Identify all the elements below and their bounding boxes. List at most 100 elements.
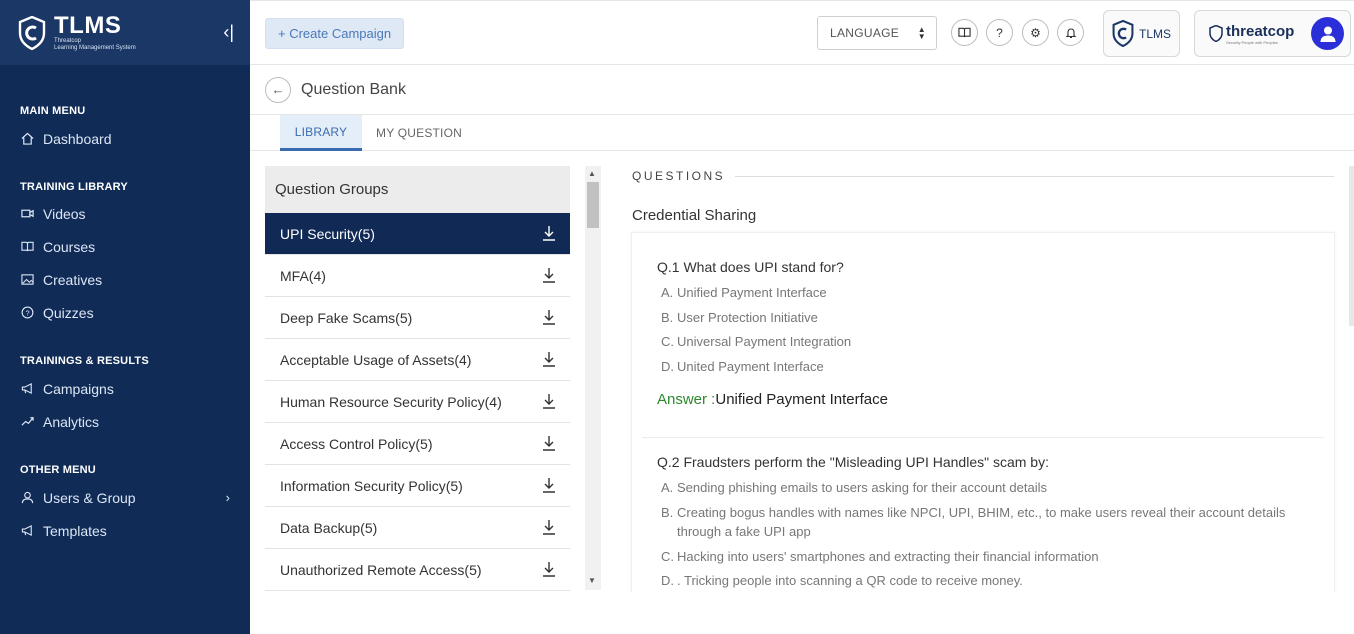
question-group-item[interactable]: Information Security Policy(5) (265, 465, 570, 507)
question-group-item[interactable]: Unauthorized Remote Access(5) (265, 549, 570, 591)
back-button[interactable]: ← (265, 76, 291, 103)
sidebar-item-courses[interactable]: Courses (20, 230, 230, 263)
option-text: Unified Payment Interface (677, 285, 827, 300)
download-icon[interactable] (542, 267, 556, 283)
scroll-down-icon[interactable]: ▼ (588, 576, 596, 585)
threatcop-logo-icon (1209, 25, 1223, 42)
menu-main: MAIN MENU Dashboard (0, 105, 250, 155)
svg-text:?: ? (25, 308, 29, 317)
create-campaign-button[interactable]: + Create Campaign (265, 18, 405, 49)
sidebar-item-templates[interactable]: Templates (20, 514, 230, 547)
download-icon[interactable] (542, 435, 556, 451)
question-group-item[interactable]: MFA(4) (265, 255, 570, 297)
option-text: United Payment Interface (677, 359, 824, 374)
option-text: User Protection Initiative (677, 310, 818, 325)
questions-scrollbar[interactable] (1349, 166, 1354, 326)
video-icon (20, 207, 34, 221)
sidebar-item-label: Videos (43, 205, 86, 222)
brand-header: TLMS Threatcop Learning Management Syste… (0, 0, 250, 65)
option-letter: B. (661, 505, 674, 520)
top-bar: + Create Campaign LANGUAGE ▲ ▼ ? ⚙ TLMS t… (250, 0, 1354, 65)
sidebar-item-label: Creatives (43, 271, 103, 288)
tlms-badge-label: TLMS (1138, 26, 1171, 41)
option-text: Sending phishing emails to users asking … (677, 480, 1047, 495)
menu-other: OTHER MENU Users & Group › Templates (0, 464, 250, 547)
question-option: A. Sending phishing emails to users askin… (657, 478, 1317, 497)
question-group-item[interactable]: Deep Fake Scams(5) (265, 297, 570, 339)
menu-heading-trainings-results: TRAININGS & RESULTS (20, 355, 149, 367)
menu-heading-other: OTHER MENU (20, 464, 96, 476)
tab-my-question[interactable]: MY QUESTION (370, 115, 468, 151)
download-icon[interactable] (542, 561, 556, 577)
sidebar-item-dashboard[interactable]: Dashboard (20, 122, 230, 155)
question-group-item[interactable]: Acceptable Usage of Assets(4) (265, 339, 570, 381)
avatar[interactable] (1311, 17, 1344, 50)
download-icon[interactable] (542, 225, 556, 241)
question-divider (642, 437, 1324, 438)
question-option: B. Creating bogus handles with names like… (657, 503, 1317, 541)
questions-heading-row: QUESTIONS (632, 169, 1334, 183)
question-option: C. Hacking into users' smartphones and ex… (657, 547, 1317, 566)
sort-arrows-icon: ▲ ▼ (917, 25, 926, 41)
settings-button[interactable]: ⚙ (1022, 19, 1049, 46)
question-circle-icon: ? (20, 306, 34, 320)
megaphone-icon (20, 524, 34, 538)
download-icon[interactable] (542, 393, 556, 409)
help-button[interactable]: ? (986, 19, 1013, 46)
download-icon[interactable] (542, 519, 556, 535)
brand-title: TLMS (54, 11, 122, 39)
download-icon[interactable] (542, 351, 556, 367)
language-select[interactable]: LANGUAGE ▲ ▼ (817, 16, 937, 50)
collapse-sidebar-icon[interactable]: ‹| (223, 22, 234, 42)
question-group-list: UPI Security(5) MFA(4) Deep Fake Scams(5) A… (265, 213, 570, 591)
sidebar-item-analytics[interactable]: Analytics (20, 405, 230, 438)
download-icon[interactable] (542, 477, 556, 493)
chevron-right-icon: › (225, 490, 230, 505)
question-category: Credential Sharing (632, 207, 757, 224)
question-answer: Answer :Unified Payment Interface (657, 391, 888, 408)
sidebar-item-creatives[interactable]: Creatives (20, 263, 230, 296)
sidebar-item-quizzes[interactable]: ? Quizzes (20, 296, 230, 329)
question-group-item[interactable]: Access Control Policy(5) (265, 423, 570, 465)
trend-icon (20, 415, 34, 429)
menu-heading-main: MAIN MENU (20, 105, 86, 117)
notifications-button[interactable] (1057, 19, 1084, 46)
option-text: Hacking into users' smartphones and extr… (677, 549, 1099, 564)
help-icon: ? (996, 25, 1003, 40)
question-group-item[interactable]: Data Backup(5) (265, 507, 570, 549)
sidebar-item-users-group[interactable]: Users & Group › (20, 481, 230, 514)
megaphone-icon (20, 382, 34, 396)
question-option: C. Universal Payment Integration (657, 332, 888, 351)
threatcop-brand-name: threatcop (1226, 22, 1295, 40)
option-letter: C. (661, 549, 674, 564)
home-icon (20, 132, 34, 146)
sidebar-item-label: Dashboard (43, 130, 112, 147)
heading-divider (735, 175, 1334, 177)
groups-scrollbar-thumb[interactable] (587, 182, 599, 228)
sidebar-item-campaigns[interactable]: Campaigns (20, 372, 230, 405)
shield-logo-icon (18, 15, 46, 50)
user-avatar-icon (1320, 26, 1335, 42)
brand-sub1: Threatcop (54, 37, 82, 44)
question-group-item[interactable]: Human Resource Security Policy(4) (265, 381, 570, 423)
question-group-item[interactable]: UPI Security(5) (265, 213, 570, 255)
profile-menu[interactable]: threatcop Security People with Peoples (1194, 10, 1351, 57)
question-group-label: Unauthorized Remote Access(5) (280, 561, 482, 578)
threatcop-brand-sub: Security People with Peoples (1226, 39, 1278, 45)
option-letter: D. (661, 573, 674, 588)
tlms-app-switch[interactable]: TLMS (1103, 10, 1180, 57)
question-group-label: Data Backup(5) (280, 519, 378, 536)
question-group-label: Acceptable Usage of Assets(4) (280, 351, 472, 368)
brand-sub2: Learning Management System (54, 44, 136, 51)
question-option: A. Unified Payment Interface (657, 283, 888, 302)
arrow-left-icon: ← (271, 82, 285, 97)
guide-book-button[interactable] (951, 19, 978, 46)
scroll-up-icon[interactable]: ▲ (588, 169, 596, 178)
sidebar-item-videos[interactable]: Videos (20, 197, 230, 230)
option-letter: A. (661, 285, 674, 300)
tabs: LIBRARY MY QUESTION (250, 115, 1354, 151)
user-icon (20, 491, 34, 505)
groups-scrollbar[interactable]: ▲ ▼ (585, 166, 601, 590)
download-icon[interactable] (542, 309, 556, 325)
tab-library[interactable]: LIBRARY (280, 115, 362, 151)
